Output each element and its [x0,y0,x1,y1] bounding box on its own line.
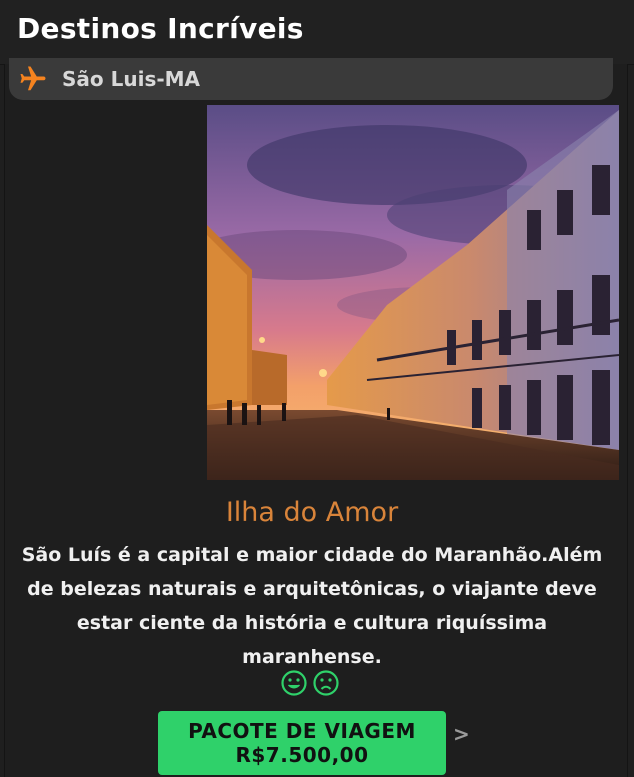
travel-package-button[interactable]: PACOTE DE VIAGEM R$7.500,00 [158,711,446,775]
frown-icon[interactable] [312,669,340,697]
package-button-price: R$7.500,00 [235,743,369,767]
next-arrow-button[interactable]: > [453,722,470,746]
destination-description: São Luís é a capital e maior cidade do M… [21,544,603,668]
location-chip[interactable]: São Luis-MA [9,58,613,100]
location-name: São Luis-MA [62,67,201,91]
package-button-label: PACOTE DE VIAGEM [188,719,416,743]
reaction-buttons [280,669,340,697]
app-header: Destinos Incríveis [0,0,634,65]
app-title: Destinos Incríveis [17,12,304,45]
airplane-icon [20,66,46,91]
destination-photo [207,105,619,480]
smile-icon[interactable] [280,669,308,697]
destination-title: Ilha do Amor [225,497,399,528]
colonial-street-sunset-photo [207,105,619,480]
app-screen: Destinos Incríveis São Luis-MA Ilha do A… [0,0,634,777]
